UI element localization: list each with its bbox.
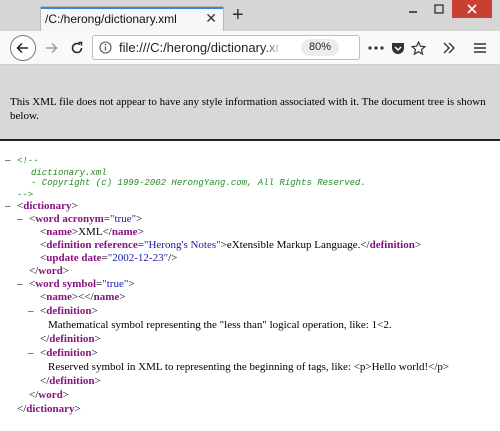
xml-word-close: </word> [29, 389, 69, 401]
xml-definition-text: Reserved symbol in XML to representing t… [48, 361, 450, 373]
xml-word-close: </word> [29, 265, 69, 277]
tab-close-icon[interactable]: ✕ [205, 10, 217, 27]
window-controls [400, 0, 492, 20]
xml-definition-text: Mathematical symbol representing the "le… [48, 319, 392, 331]
xml-definition-close: </definition> [40, 375, 101, 387]
tab-title: /C:/herong/dictionary.xml [45, 12, 177, 26]
tab-accent [41, 7, 223, 9]
collapse-toggle[interactable]: – [5, 154, 11, 167]
close-window-icon[interactable] [452, 0, 492, 18]
xml-comment-line: - Copyright (c) 1999-2002 HerongYang.com… [31, 178, 366, 188]
hamburger-menu-icon[interactable] [470, 39, 490, 57]
xml-definition-element: <definition reference="Herong's Notes">e… [40, 239, 422, 251]
bookmark-star-icon[interactable] [408, 39, 428, 57]
collapse-toggle[interactable]: – [17, 213, 23, 226]
info-icon[interactable] [99, 41, 112, 59]
xml-word-open: – <word acronym="true"> [17, 213, 143, 225]
forward-button[interactable] [38, 35, 64, 61]
page-actions-icon[interactable] [366, 39, 386, 57]
xml-dictionary-close: </dictionary> [17, 403, 81, 415]
xml-name-element: <name>XML</name> [40, 226, 144, 238]
xml-update-element: <update date="2002-12-23"/> [40, 252, 178, 264]
xml-name-element: <name><</name> [40, 291, 126, 303]
zoom-level-badge[interactable]: 80% [301, 39, 340, 56]
collapse-toggle[interactable]: – [28, 347, 34, 360]
overflow-chevron-icon[interactable] [439, 39, 459, 57]
collapse-toggle[interactable]: – [28, 305, 34, 318]
title-bar: /C:/herong/dictionary.xml ✕ + [0, 0, 500, 31]
forward-arrow-icon [46, 42, 58, 54]
xml-info-banner: This XML file does not appear to have an… [0, 65, 500, 141]
back-button[interactable] [10, 35, 36, 61]
xml-definition-open: – <definition> [28, 305, 98, 317]
url-text[interactable]: file:///C:/herong/dictionary.xm [119, 40, 279, 55]
reload-button[interactable] [64, 35, 90, 61]
back-arrow-icon [16, 42, 28, 54]
url-fade [263, 38, 283, 57]
url-bar[interactable]: file:///C:/herong/dictionary.xm 80% [92, 35, 360, 60]
navigation-toolbar: file:///C:/herong/dictionary.xm 80% [0, 31, 500, 65]
xml-definition-open: – <definition> [28, 347, 98, 359]
maximize-icon[interactable] [426, 0, 452, 18]
tab-dictionary-xml[interactable]: /C:/herong/dictionary.xml ✕ [40, 6, 224, 31]
reload-icon [71, 41, 83, 54]
minimize-icon[interactable] [400, 0, 426, 18]
new-tab-button[interactable]: + [232, 5, 244, 25]
pocket-icon[interactable] [388, 39, 408, 57]
banner-text: This XML file does not appear to have an… [10, 96, 486, 122]
collapse-toggle[interactable]: – [17, 278, 23, 291]
collapse-toggle[interactable]: – [5, 200, 11, 213]
xml-definition-close: </definition> [40, 333, 101, 345]
xml-dictionary-open: – <dictionary> [5, 200, 78, 212]
xml-word-open: – <word symbol="true"> [17, 278, 135, 290]
